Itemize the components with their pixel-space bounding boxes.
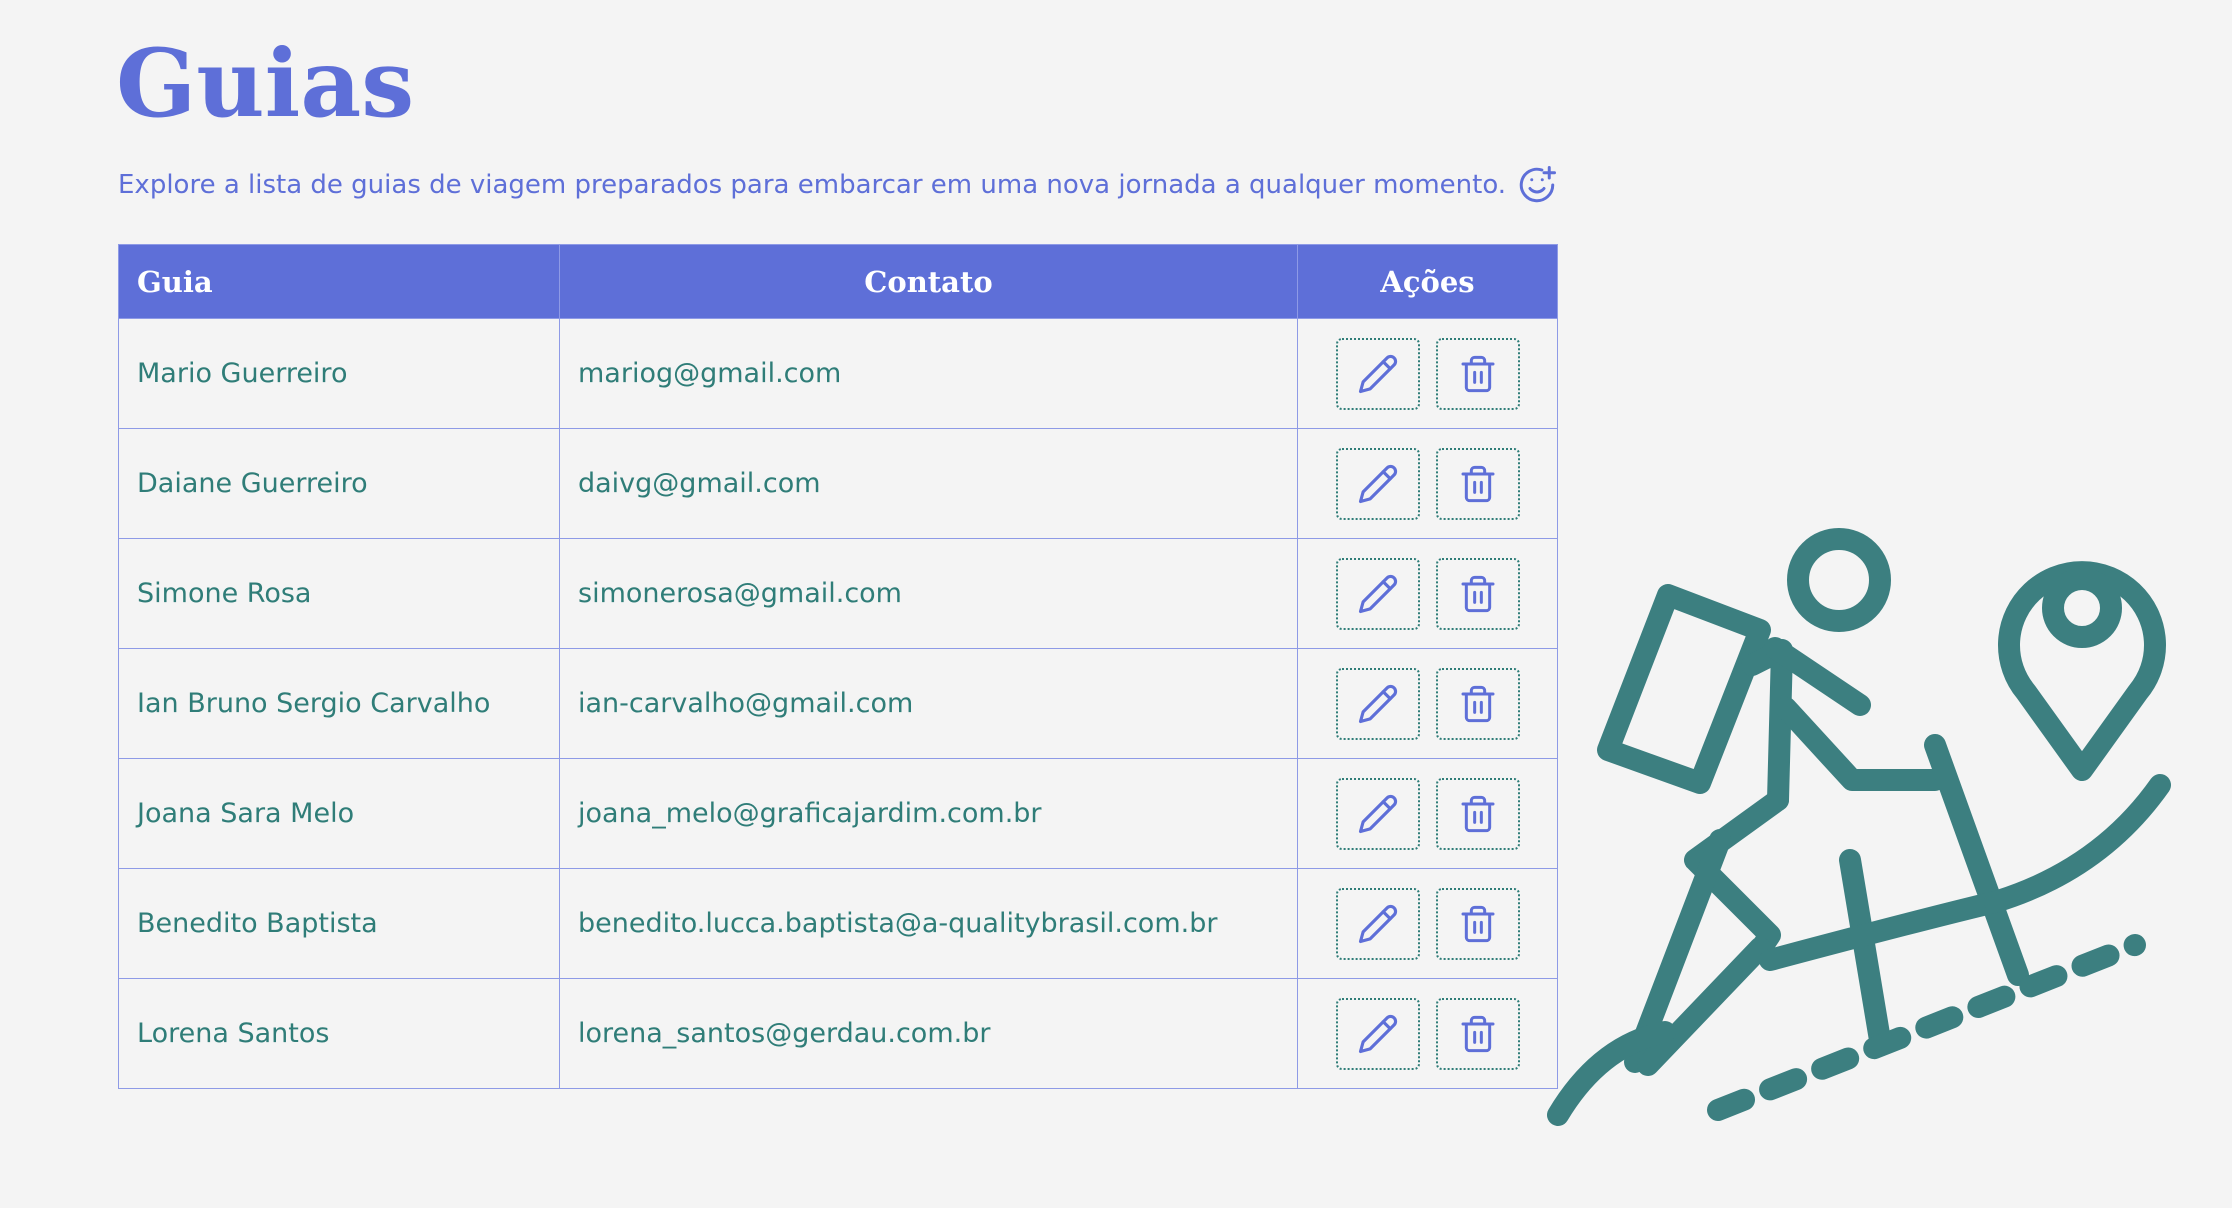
delete-button[interactable]	[1435, 777, 1520, 850]
pencil-icon	[1358, 904, 1397, 943]
guide-name: Mario Guerreiro	[118, 318, 560, 429]
guide-email: ian-carvalho@gmail.com	[559, 648, 1298, 759]
guide-name: Lorena Santos	[118, 978, 560, 1089]
guide-name: Joana Sara Melo	[118, 758, 560, 869]
row-actions	[1297, 318, 1558, 429]
edit-button[interactable]	[1335, 777, 1420, 850]
guide-email: lorena_santos@gerdau.com.br	[559, 978, 1298, 1089]
hiker-with-location-pin-icon	[1547, 528, 2171, 1126]
guide-email: joana_melo@graficajardim.com.br	[559, 758, 1298, 869]
column-header-guide: Guia	[118, 244, 560, 319]
pencil-icon	[1358, 684, 1397, 723]
table-row: Benedito Baptista benedito.lucca.baptista…	[118, 868, 1558, 979]
pencil-icon	[1358, 574, 1397, 613]
table-header-row: Guia Contato Ações	[118, 244, 1558, 319]
delete-button[interactable]	[1435, 557, 1520, 630]
pencil-icon	[1358, 1014, 1397, 1053]
guide-name: Ian Bruno Sergio Carvalho	[118, 648, 560, 759]
guide-email: mariog@gmail.com	[559, 318, 1298, 429]
delete-button[interactable]	[1435, 997, 1520, 1070]
edit-button[interactable]	[1335, 997, 1420, 1070]
column-header-actions: Ações	[1297, 244, 1558, 319]
row-actions	[1297, 758, 1558, 869]
delete-button[interactable]	[1435, 667, 1520, 740]
edit-button[interactable]	[1335, 557, 1420, 630]
row-actions	[1297, 978, 1558, 1089]
delete-button[interactable]	[1435, 337, 1520, 410]
column-header-contact: Contato	[559, 244, 1298, 319]
row-actions	[1297, 428, 1558, 539]
guide-email: benedito.lucca.baptista@a-qualitybrasil.…	[559, 868, 1298, 979]
trash-icon	[1461, 795, 1494, 832]
table-row: Ian Bruno Sergio Carvalho ian-carvalho@gm…	[118, 648, 1558, 759]
row-actions	[1297, 538, 1558, 649]
trash-icon	[1461, 1015, 1494, 1052]
edit-button[interactable]	[1335, 447, 1420, 520]
table-row: Daiane Guerreiro daivg@gmail.com	[118, 428, 1558, 539]
smile-plus-icon	[1519, 166, 1557, 203]
guide-name: Simone Rosa	[118, 538, 560, 649]
row-actions	[1297, 868, 1558, 979]
page-subtitle-text: Explore a lista de guias de viagem prepa…	[118, 170, 1507, 200]
edit-button[interactable]	[1335, 667, 1420, 740]
pencil-icon	[1358, 354, 1397, 393]
trash-icon	[1461, 575, 1494, 612]
guide-email: daivg@gmail.com	[559, 428, 1298, 539]
pencil-icon	[1358, 464, 1397, 503]
pencil-icon	[1358, 794, 1397, 833]
delete-button[interactable]	[1435, 887, 1520, 960]
trash-icon	[1461, 905, 1494, 942]
edit-button[interactable]	[1335, 887, 1420, 960]
table-row: Joana Sara Melo joana_melo@graficajardim.…	[118, 758, 1558, 869]
trash-icon	[1461, 355, 1494, 392]
delete-button[interactable]	[1435, 447, 1520, 520]
table-row: Simone Rosa simonerosa@gmail.com	[118, 538, 1558, 649]
table-row: Mario Guerreiro mariog@gmail.com	[118, 318, 1558, 429]
trash-icon	[1461, 685, 1494, 722]
page-title: Guias	[116, 29, 415, 139]
trash-icon	[1461, 465, 1494, 502]
table-row: Lorena Santos lorena_santos@gerdau.com.br	[118, 978, 1558, 1089]
guides-table-body: Mario Guerreiro mariog@gmail.com Daiane Gu…	[118, 318, 1558, 1089]
guide-name: Benedito Baptista	[118, 868, 560, 979]
edit-button[interactable]	[1335, 337, 1420, 410]
guide-name: Daiane Guerreiro	[118, 428, 560, 539]
guide-email: simonerosa@gmail.com	[559, 538, 1298, 649]
guides-table: Guia Contato Ações Mario Guerreiro mariog…	[118, 244, 1558, 1089]
page-subtitle: Explore a lista de guias de viagem prepa…	[118, 164, 1558, 206]
row-actions	[1297, 648, 1558, 759]
